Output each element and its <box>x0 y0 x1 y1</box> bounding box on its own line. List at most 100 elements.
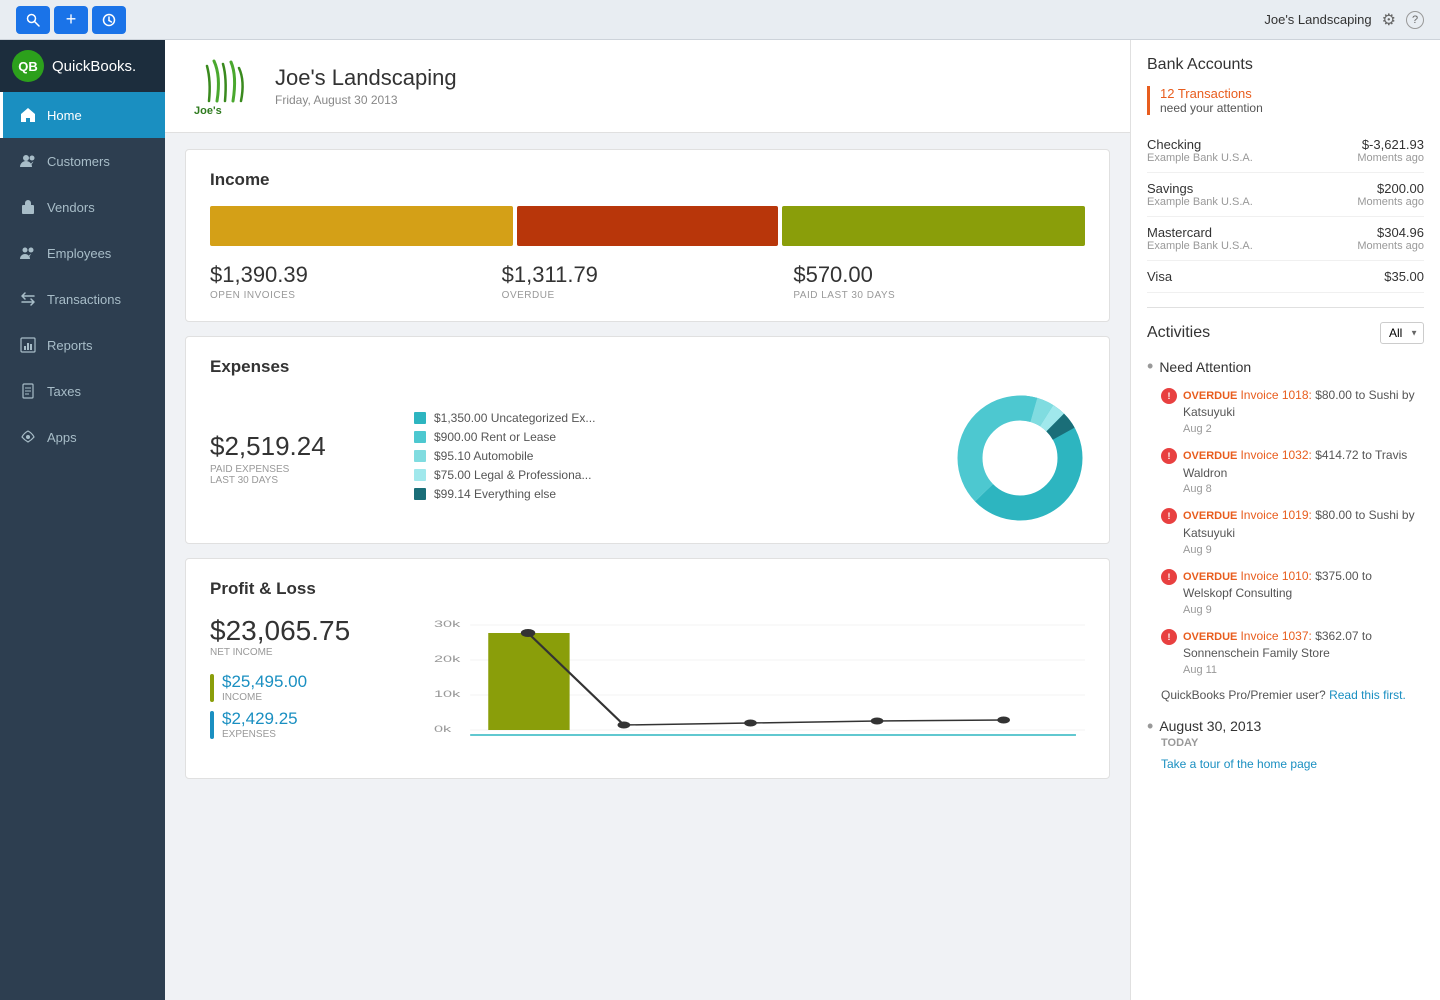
legend-text-3: $95.10 Automobile <box>434 449 533 463</box>
expenses-label: PAID EXPENSES LAST 30 DAYS <box>210 464 390 486</box>
pl-income-label: INCOME <box>222 692 307 703</box>
bank-visa-amount: $35.00 <box>1384 269 1424 284</box>
activity-invoice-link-3[interactable]: Invoice 1010: <box>1240 569 1311 583</box>
expenses-left: $2,519.24 PAID EXPENSES LAST 30 DAYS <box>210 431 390 486</box>
income-bar-overdue <box>517 206 777 246</box>
bank-mc-amount: $304.96 <box>1357 225 1424 240</box>
svg-text:10k: 10k <box>434 689 461 699</box>
activity-invoice-link-1[interactable]: Invoice 1032: <box>1240 448 1311 462</box>
income-stat-overdue: $1,311.79 OVERDUE <box>502 262 794 301</box>
sidebar-item-reports[interactable]: Reports <box>0 322 165 368</box>
search-button[interactable] <box>16 6 50 34</box>
company-logo: Joe's LANDSCAPING <box>189 56 259 116</box>
activities-title: Activities <box>1147 324 1210 342</box>
pl-left: $23,065.75 NET INCOME $25,495.00 INCOME <box>210 615 410 758</box>
customers-icon <box>19 152 37 170</box>
taxes-icon <box>19 382 37 400</box>
svg-text:30k: 30k <box>434 619 461 629</box>
activity-item-0: ! OVERDUE Invoice 1018: $80.00 to Sushi … <box>1147 387 1424 435</box>
income-bar-open <box>210 206 513 246</box>
sidebar-item-customers[interactable]: Customers <box>0 138 165 184</box>
sidebar-label-apps: Apps <box>47 430 77 445</box>
activity-invoice-link-2[interactable]: Invoice 1019: <box>1240 508 1311 522</box>
bank-accounts-title: Bank Accounts <box>1147 56 1424 74</box>
read-first-link[interactable]: Read this first. <box>1329 688 1406 702</box>
svg-text:Joe's: Joe's <box>194 105 222 116</box>
legend-item-4: $75.00 Legal & Professiona... <box>414 468 931 482</box>
legend-item-2: $900.00 Rent or Lease <box>414 430 931 444</box>
activities-filter-select[interactable]: All <box>1380 322 1424 344</box>
bank-mc-amount-info: $304.96 Moments ago <box>1357 225 1424 252</box>
sidebar-label-home: Home <box>47 108 82 123</box>
legend-color-2 <box>414 431 426 443</box>
activity-date-2: Aug 9 <box>1161 544 1424 556</box>
activity-date-1: Aug 8 <box>1161 483 1424 495</box>
legend-item-5: $99.14 Everything else <box>414 487 931 501</box>
legend-color-3 <box>414 450 426 462</box>
alert-icon-2: ! <box>1161 508 1177 524</box>
activity-text-2: OVERDUE Invoice 1019: $80.00 to Sushi by… <box>1183 507 1424 541</box>
sidebar-label-vendors: Vendors <box>47 200 95 215</box>
bank-mc-info: Mastercard Example Bank U.S.A. <box>1147 225 1253 252</box>
expenses-donut-chart <box>955 393 1085 523</box>
bank-checking-bank: Example Bank U.S.A. <box>1147 152 1253 164</box>
bank-savings-time: Moments ago <box>1357 196 1424 208</box>
alert-icon-4: ! <box>1161 629 1177 645</box>
net-income-label: NET INCOME <box>210 647 410 658</box>
sidebar: QB QuickBooks. Home Customers <box>0 40 165 1000</box>
sidebar-item-home[interactable]: Home <box>0 92 165 138</box>
bank-checking-amount: $-3,621.93 <box>1357 137 1424 152</box>
income-bar-indicator <box>210 674 214 702</box>
bank-account-savings: Savings Example Bank U.S.A. $200.00 Mome… <box>1147 173 1424 217</box>
activity-date-3: Aug 9 <box>1161 604 1424 616</box>
sidebar-item-apps[interactable]: Apps <box>0 414 165 460</box>
activity-invoice-link-4[interactable]: Invoice 1037: <box>1240 629 1311 643</box>
alert-icon-3: ! <box>1161 569 1177 585</box>
sidebar-item-employees[interactable]: Employees <box>0 230 165 276</box>
activity-invoice-link-0[interactable]: Invoice 1018: <box>1240 388 1311 402</box>
pl-income-amount: $25,495.00 <box>222 672 307 692</box>
profit-loss-panel: Profit & Loss $23,065.75 NET INCOME $25,… <box>185 558 1110 779</box>
bank-savings-amount-info: $200.00 Moments ago <box>1357 181 1424 208</box>
info-link: QuickBooks Pro/Premier user? Read this f… <box>1161 688 1424 702</box>
clock-button[interactable] <box>92 6 126 34</box>
open-invoices-amount: $1,390.39 <box>210 262 502 288</box>
company-info: Joe's Landscaping Friday, August 30 2013 <box>275 65 457 107</box>
topbar-left: + <box>16 6 126 34</box>
activity-date-0: Aug 2 <box>1161 423 1424 435</box>
add-button[interactable]: + <box>54 6 88 34</box>
activity-header-1: ! OVERDUE Invoice 1032: $414.72 to Travi… <box>1161 447 1424 481</box>
info-text: QuickBooks Pro/Premier user? <box>1161 688 1326 702</box>
quickbooks-brand: QuickBooks. <box>52 58 136 75</box>
legend-color-5 <box>414 488 426 500</box>
overdue-label: OVERDUE <box>502 290 794 301</box>
pl-content: $23,065.75 NET INCOME $25,495.00 INCOME <box>210 615 1085 758</box>
transactions-icon <box>19 290 37 308</box>
expenses-amount: $2,519.24 <box>210 431 390 462</box>
help-icon[interactable]: ? <box>1406 11 1424 29</box>
activities-filter-wrap: All <box>1380 322 1424 344</box>
svg-text:20k: 20k <box>434 654 461 664</box>
income-stat-paid: $570.00 PAID LAST 30 DAYS <box>793 262 1085 301</box>
sidebar-item-vendors[interactable]: Vendors <box>0 184 165 230</box>
bank-checking-amount-info: $-3,621.93 Moments ago <box>1357 137 1424 164</box>
income-stats: $1,390.39 OPEN INVOICES $1,311.79 OVERDU… <box>210 262 1085 301</box>
expenses-panel: Expenses $2,519.24 PAID EXPENSES LAST 30… <box>185 336 1110 544</box>
bank-savings-name: Savings <box>1147 181 1253 196</box>
reports-icon <box>19 336 37 354</box>
company-name: Joe's Landscaping <box>275 65 457 91</box>
sidebar-item-taxes[interactable]: Taxes <box>0 368 165 414</box>
sidebar-logo: QB QuickBooks. <box>0 40 165 92</box>
bank-mc-bank: Example Bank U.S.A. <box>1147 240 1253 252</box>
company-name-topbar: Joe's Landscaping <box>1264 12 1371 27</box>
pl-chart: 30k 20k 10k 0k <box>434 615 1085 758</box>
date-section-title: August 30, 2013 <box>1147 716 1424 737</box>
settings-icon[interactable]: ⚙ <box>1382 10 1396 30</box>
sidebar-item-transactions[interactable]: Transactions <box>0 276 165 322</box>
company-date: Friday, August 30 2013 <box>275 93 457 107</box>
pl-expenses-info: $2,429.25 EXPENSES <box>222 709 298 740</box>
tour-link[interactable]: Take a tour of the home page <box>1161 757 1424 771</box>
sidebar-label-transactions: Transactions <box>47 292 121 307</box>
need-attention-header: Need Attention <box>1147 356 1424 377</box>
bank-attention-link[interactable]: 12 Transactions <box>1160 86 1424 101</box>
